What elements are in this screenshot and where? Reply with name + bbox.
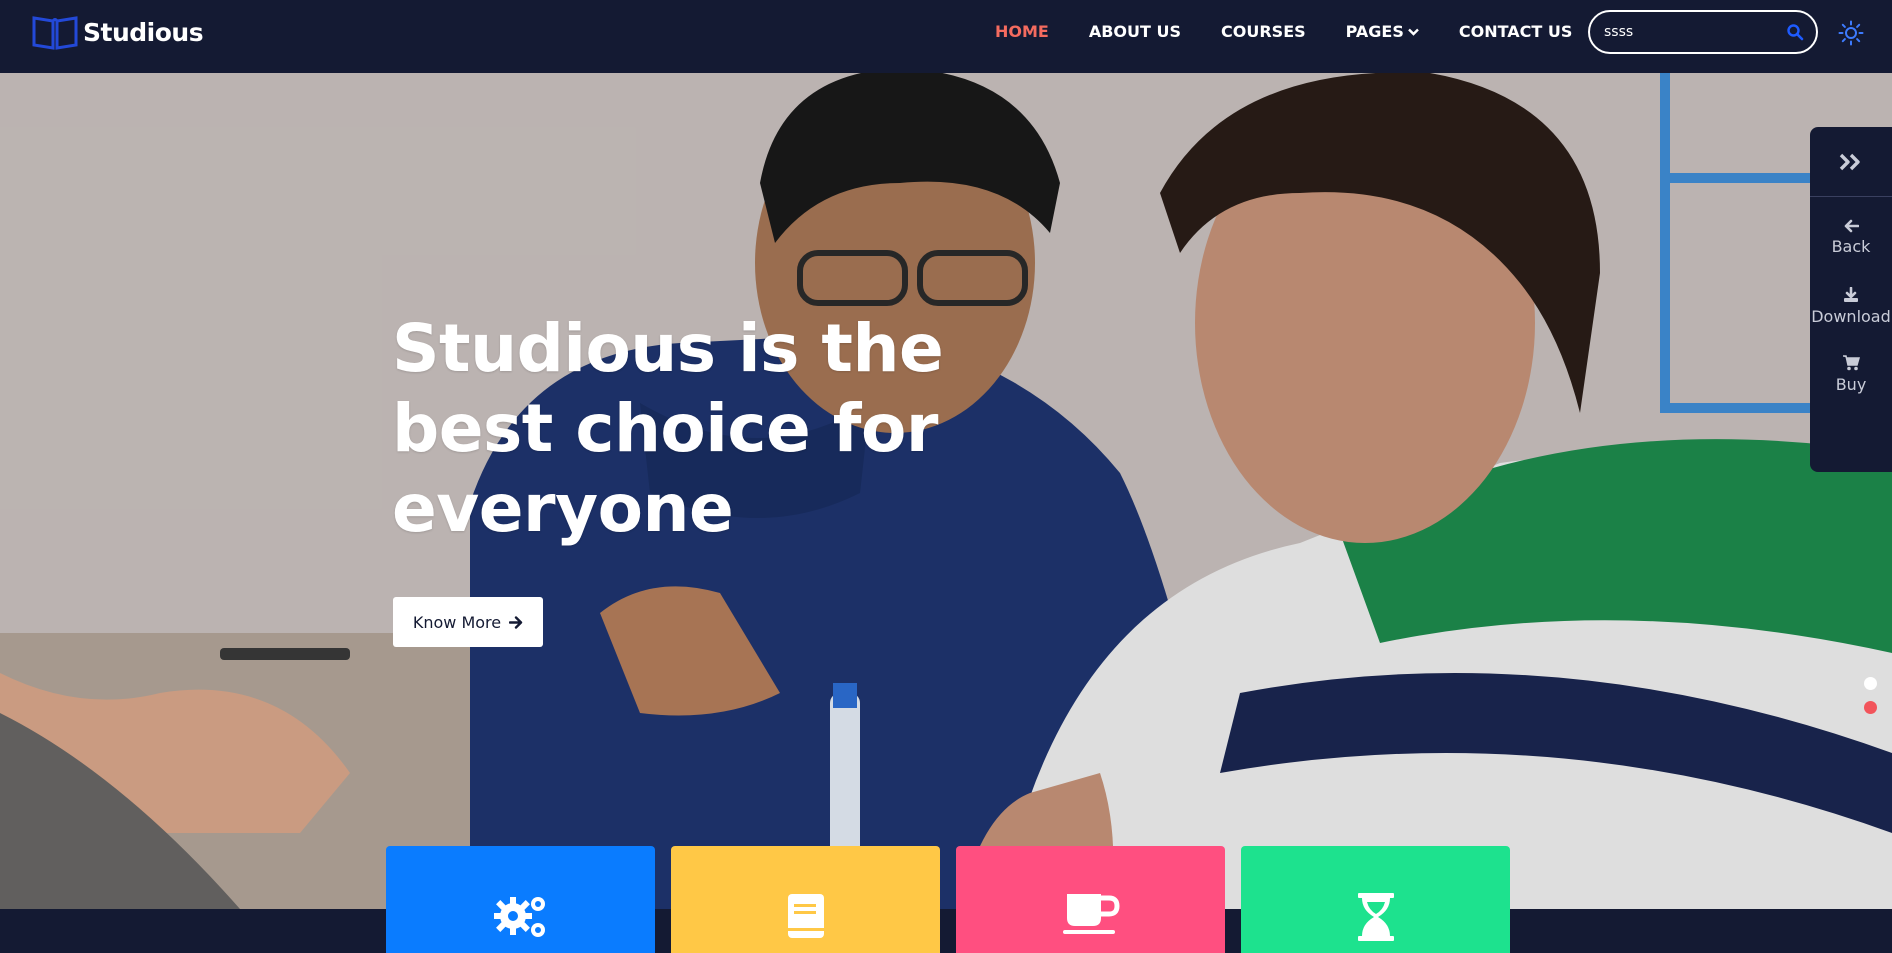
arrow-right-icon: [509, 615, 523, 629]
nav-item-label: PAGES: [1345, 22, 1404, 41]
hero-title: Studious is the best choice for everyone: [392, 310, 944, 547]
side-item-label: Back: [1831, 237, 1871, 256]
chevron-down-icon: [1408, 28, 1419, 36]
search-icon[interactable]: [1786, 23, 1804, 41]
side-item-back[interactable]: Back: [1810, 219, 1892, 265]
search-input[interactable]: [1604, 24, 1774, 40]
open-book-icon: [32, 16, 78, 50]
nav-item-pages[interactable]: PAGES: [1346, 22, 1419, 41]
side-item-download[interactable]: Download: [1810, 287, 1892, 333]
nav-item-about-us[interactable]: ABOUT US: [1089, 22, 1181, 41]
know-more-label: Know More: [412, 612, 502, 632]
hourglass-icon: [1357, 893, 1394, 941]
download-icon: [1844, 287, 1858, 302]
header: Studious HOME ABOUT US COURSES PAGES CON…: [0, 0, 1892, 73]
side-panel: Back Download Buy: [1810, 127, 1892, 472]
know-more-button[interactable]: Know More: [393, 597, 543, 647]
nav-item-contact-us[interactable]: CONTACT US: [1459, 22, 1573, 41]
brand-name: Studious: [83, 17, 204, 47]
logo[interactable]: Studious: [31, 13, 204, 51]
arrow-left-icon: [1844, 219, 1859, 233]
bottom-section: [0, 909, 1892, 953]
search-box: [1588, 10, 1818, 54]
gears-icon: [493, 897, 545, 937]
hero-banner: Studious is the best choice for everyone…: [0, 73, 1892, 909]
coffee-cup-icon: [1062, 894, 1120, 934]
book-icon: [787, 894, 824, 938]
feature-card-book[interactable]: [671, 846, 940, 953]
feature-card-coffee[interactable]: [956, 846, 1225, 953]
side-panel-toggle[interactable]: [1810, 127, 1892, 197]
nav-item-label: COURSES: [1221, 22, 1306, 41]
nav-item-label: HOME: [995, 22, 1049, 41]
nav-item-label: ABOUT US: [1088, 22, 1182, 41]
slider-dot-1[interactable]: [1864, 677, 1877, 690]
cart-icon: [1843, 355, 1860, 371]
side-item-buy[interactable]: Buy: [1810, 355, 1892, 401]
slider-dot-2[interactable]: [1864, 701, 1877, 714]
sun-icon[interactable]: [1838, 20, 1864, 46]
nav-item-label: CONTACT US: [1458, 22, 1573, 41]
double-chevron-right-icon: [1839, 153, 1860, 170]
side-item-label: Buy: [1835, 375, 1867, 394]
feature-card-settings[interactable]: [386, 846, 655, 953]
side-item-label: Download: [1811, 307, 1891, 326]
nav-item-home[interactable]: HOME: [995, 22, 1049, 41]
feature-card-hourglass[interactable]: [1241, 846, 1510, 953]
nav-item-courses[interactable]: COURSES: [1221, 22, 1306, 41]
main-nav: HOME ABOUT US COURSES PAGES CONTACT US: [995, 22, 1612, 41]
